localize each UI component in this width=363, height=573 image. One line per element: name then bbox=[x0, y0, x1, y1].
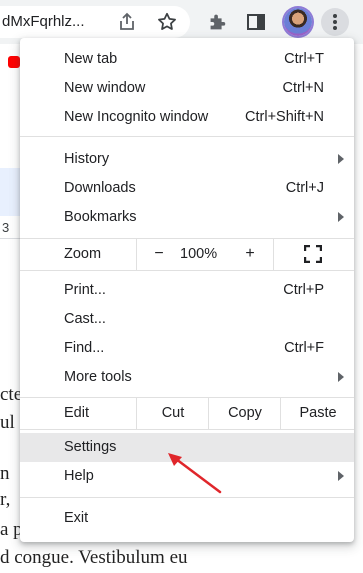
menu-item-label: Bookmarks bbox=[64, 209, 137, 225]
menu-item-label: Find... bbox=[64, 340, 105, 356]
menu-item-bookmarks[interactable]: Bookmarks bbox=[20, 203, 354, 232]
menu-item-label: History bbox=[64, 151, 110, 167]
menu-edit-row: Edit Cut Copy Paste bbox=[20, 397, 354, 429]
share-icon[interactable] bbox=[117, 12, 137, 32]
side-panel-icon[interactable] bbox=[246, 12, 266, 32]
menu-item-shortcut: Ctrl+J bbox=[285, 180, 324, 196]
zoom-in-button[interactable]: + bbox=[238, 238, 262, 270]
menu-item-find[interactable]: Find... Ctrl+F bbox=[20, 334, 354, 363]
zoom-out-button[interactable]: − bbox=[136, 238, 182, 270]
menu-item-label: Settings bbox=[64, 439, 117, 455]
doc-text-fragment: n bbox=[0, 463, 10, 484]
youtube-tab-icon bbox=[8, 56, 20, 68]
menu-item-label: Print... bbox=[64, 282, 106, 298]
profile-avatar[interactable] bbox=[284, 8, 312, 36]
menu-item-shortcut: Ctrl+N bbox=[282, 80, 325, 96]
cut-button[interactable]: Cut bbox=[136, 397, 209, 429]
doc-text-fragment: ul bbox=[0, 412, 15, 433]
doc-toolbar-fragment bbox=[0, 168, 20, 216]
zoom-divider bbox=[273, 238, 274, 270]
doc-text-fragment: r, bbox=[0, 489, 11, 510]
doc-text-fragment: cte bbox=[0, 384, 23, 405]
menu-item-new-incognito-window[interactable]: New Incognito window Ctrl+Shift+N bbox=[20, 103, 354, 132]
menu-item-downloads[interactable]: Downloads Ctrl+J bbox=[20, 174, 354, 203]
menu-separator bbox=[20, 136, 354, 137]
menu-item-new-window[interactable]: New window Ctrl+N bbox=[20, 74, 354, 103]
annotation-arrow-icon bbox=[168, 453, 222, 494]
menu-item-shortcut: Ctrl+T bbox=[284, 51, 324, 67]
zoom-level: 100% bbox=[180, 246, 218, 262]
submenu-arrow-icon bbox=[338, 154, 344, 164]
menu-item-label: Downloads bbox=[64, 180, 136, 196]
menu-zoom-row: Zoom − 100% + bbox=[20, 238, 354, 270]
menu-item-cast[interactable]: Cast... bbox=[20, 305, 354, 334]
address-bar-url: dMxFqrhlz... bbox=[2, 13, 85, 30]
ruler-number: 3 bbox=[2, 220, 10, 235]
menu-separator bbox=[20, 270, 354, 271]
menu-item-label: More tools bbox=[64, 369, 132, 385]
menu-item-history[interactable]: History bbox=[20, 145, 354, 174]
menu-item-shortcut: Ctrl+Shift+N bbox=[245, 109, 324, 125]
menu-item-label: New Incognito window bbox=[64, 109, 209, 125]
menu-item-exit[interactable]: Exit bbox=[20, 504, 354, 533]
menu-separator bbox=[20, 429, 354, 430]
menu-item-shortcut: Ctrl+P bbox=[283, 282, 324, 298]
fullscreen-icon[interactable] bbox=[304, 245, 322, 263]
submenu-arrow-icon bbox=[338, 212, 344, 222]
menu-item-print[interactable]: Print... Ctrl+P bbox=[20, 276, 354, 305]
menu-item-shortcut: Ctrl+F bbox=[284, 340, 324, 356]
submenu-arrow-icon bbox=[338, 471, 344, 481]
menu-item-label: New window bbox=[64, 80, 146, 96]
copy-button[interactable]: Copy bbox=[208, 397, 281, 429]
menu-item-label: Cast... bbox=[64, 311, 106, 327]
kebab-menu-icon[interactable] bbox=[321, 8, 349, 36]
menu-item-label: Exit bbox=[64, 510, 89, 526]
paste-button[interactable]: Paste bbox=[280, 397, 355, 429]
menu-item-label: Help bbox=[64, 468, 94, 484]
zoom-label: Zoom bbox=[64, 246, 102, 262]
submenu-arrow-icon bbox=[338, 372, 344, 382]
menu-item-new-tab[interactable]: New tab Ctrl+T bbox=[20, 45, 354, 74]
star-icon[interactable] bbox=[156, 11, 178, 33]
menu-item-label: New tab bbox=[64, 51, 118, 67]
puzzle-extension-icon[interactable] bbox=[206, 11, 228, 33]
doc-text-fragment: d congue. Vestibulum eu bbox=[0, 547, 188, 568]
menu-item-more-tools[interactable]: More tools bbox=[20, 363, 354, 392]
edit-label: Edit bbox=[64, 405, 89, 421]
